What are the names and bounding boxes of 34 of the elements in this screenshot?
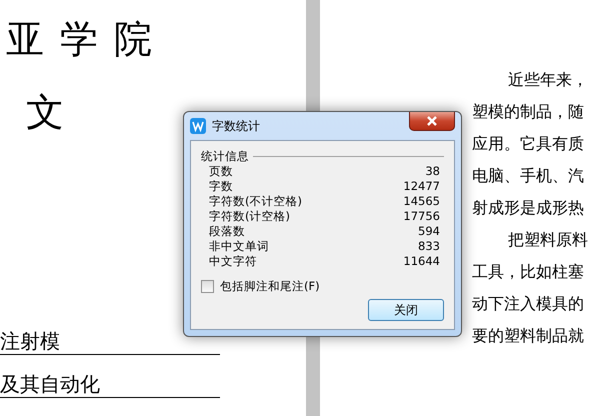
checkbox-label: 包括脚注和尾注(F) xyxy=(220,279,320,294)
stat-value: 12477 xyxy=(403,179,440,194)
text-line: 把塑料原料 xyxy=(507,229,589,251)
stat-value: 11644 xyxy=(403,254,440,269)
text-line: 塑模的制品，随 xyxy=(472,101,585,123)
stat-label: 字数 xyxy=(209,179,233,194)
text-line: 射成形是成形热 xyxy=(472,197,585,219)
text-line: 近些年来， xyxy=(507,69,589,91)
close-button[interactable] xyxy=(409,112,455,131)
text-line: 要的塑料制品就 xyxy=(472,325,585,347)
checkbox[interactable] xyxy=(201,280,214,293)
document-title: 亚 学 院 xyxy=(6,16,154,63)
stat-value: 38 xyxy=(425,164,440,179)
stat-value: 17756 xyxy=(403,209,440,224)
close-icon xyxy=(426,116,438,126)
app-icon xyxy=(190,118,206,134)
stat-value: 833 xyxy=(418,239,440,254)
text-line: 电脑、手机、汽 xyxy=(472,165,585,187)
stat-label: 非中文单词 xyxy=(209,239,269,254)
window-title: 字数统计 xyxy=(212,118,260,134)
stat-label: 字符数(计空格) xyxy=(209,209,290,224)
text-line: 工具，比如柱塞 xyxy=(472,261,585,283)
close-dialog-button[interactable]: 关闭 xyxy=(368,299,444,321)
text-line: 应用。它具有质 xyxy=(472,133,585,155)
document-subtitle: 文 xyxy=(26,89,64,136)
stat-label: 字符数(不计空格) xyxy=(209,194,302,209)
text-line: 动下注入模具的 xyxy=(472,293,585,315)
stat-value: 14565 xyxy=(403,194,440,209)
stat-value: 594 xyxy=(418,224,440,239)
stat-label: 页数 xyxy=(209,164,233,179)
stat-label: 段落数 xyxy=(209,224,245,239)
group-label: 统计信息 xyxy=(201,149,249,164)
stat-label: 中文字符 xyxy=(209,254,257,269)
fill-in-line: 及其自动化 xyxy=(0,371,220,398)
